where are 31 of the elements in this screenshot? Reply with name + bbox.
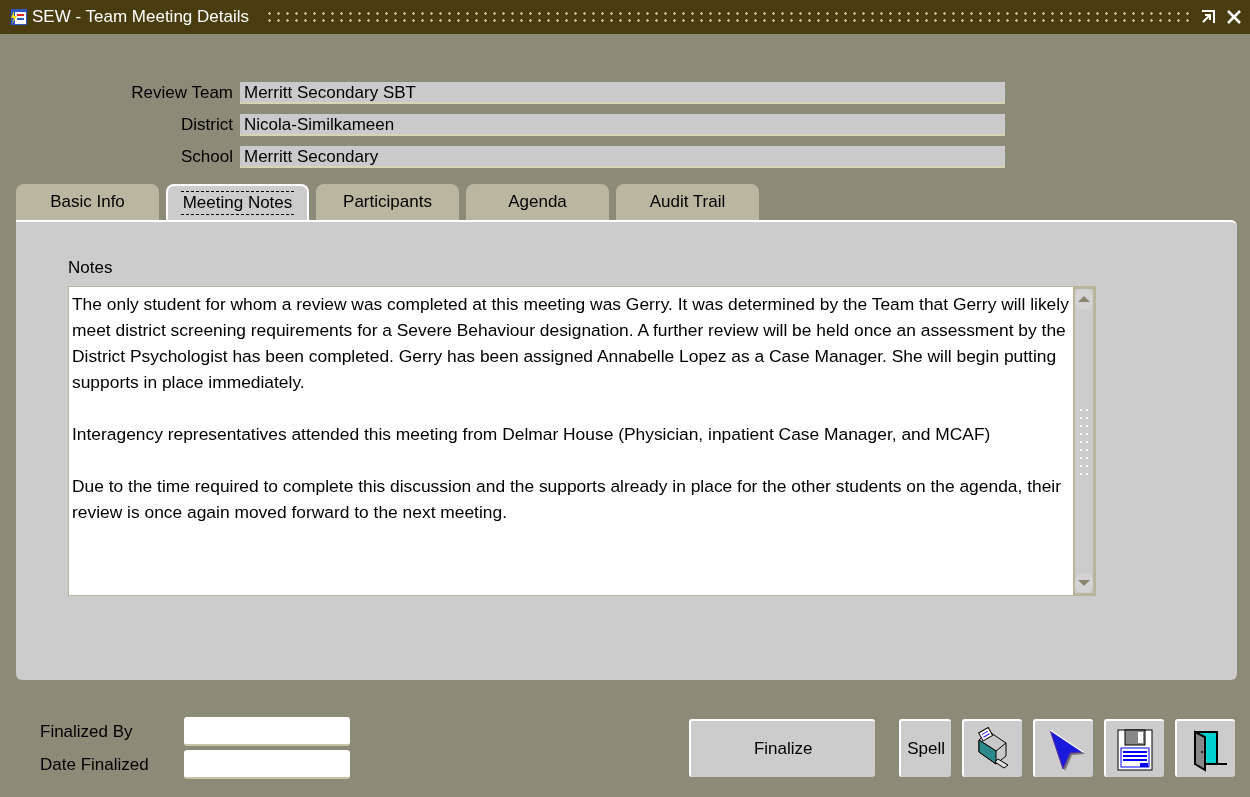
restore-icon[interactable] <box>1200 9 1216 25</box>
finalize-button[interactable]: Finalize <box>689 719 876 777</box>
scrollbar[interactable] <box>1073 287 1095 595</box>
tab[interactable]: Agenda <box>466 184 609 220</box>
text-field[interactable]: Merritt Secondary <box>240 146 1005 168</box>
save-button[interactable] <box>1104 719 1164 777</box>
spell-button[interactable]: Spell <box>899 719 951 777</box>
field-label: Finalized By <box>40 721 134 742</box>
notes-label: Notes <box>68 258 114 278</box>
field-label: District <box>180 115 234 135</box>
pointer-button[interactable] <box>1033 719 1093 777</box>
field-label: School <box>180 147 234 167</box>
tab[interactable]: Meeting Notes <box>166 184 309 220</box>
print-button[interactable] <box>962 719 1022 777</box>
window-title: SEW - Team Meeting Details <box>32 7 249 27</box>
note-paragraph: Due to the time required to complete this discussion and the supports already in place for the other students on the agenda, their review is once again moved forward to the next meeting. <box>72 475 1062 524</box>
app-icon <box>10 8 28 26</box>
tab[interactable]: Audit Trail <box>616 184 759 220</box>
input-field[interactable] <box>184 717 350 746</box>
exit-button[interactable] <box>1175 719 1235 777</box>
tab[interactable]: Participants <box>316 184 459 220</box>
field-label: Review Team <box>130 83 234 103</box>
tab[interactable]: Basic Info <box>16 184 159 220</box>
field-label: Date Finalized <box>40 754 150 775</box>
close-icon[interactable] <box>1226 9 1242 25</box>
input-field[interactable] <box>184 750 350 779</box>
note-paragraph: The only student for whom a review was completed at this meeting was Gerry. It was determined by the Team that Gerry will likely meet district screening requirements for a Severe Behaviour designation. A further review will be held once an assessment by the District Psychologist has been completed. Gerry has been assigned Annabelle Lopez as a Case Manager. She will begin putting supports in place immediately. <box>72 293 1069 394</box>
text-field[interactable]: Merritt Secondary SBT <box>240 82 1005 104</box>
text-field[interactable]: Nicola-Similkameen <box>240 114 1005 136</box>
note-paragraph: Interagency representatives attended this meeting from Delmar House (Physician, inpatient Case Manager, and MCAF) <box>72 423 992 446</box>
notes-field[interactable] <box>68 286 1096 596</box>
